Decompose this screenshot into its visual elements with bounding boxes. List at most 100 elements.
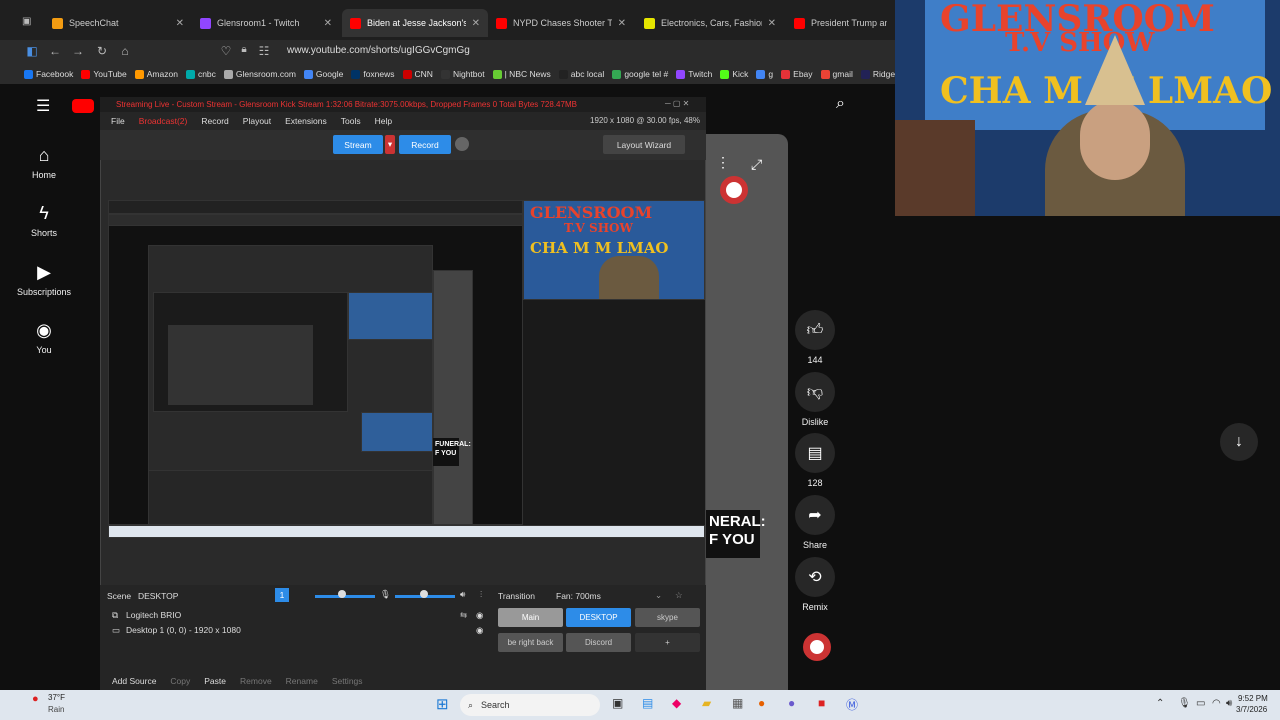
remove-button[interactable]: Remove <box>240 676 272 686</box>
bookmark-item[interactable]: Nightbot <box>440 69 485 79</box>
clock-time[interactable]: 9:52 PM <box>1238 694 1268 703</box>
settings-button[interactable]: Settings <box>332 676 363 686</box>
close-icon[interactable]: ✕ <box>324 18 332 29</box>
yt-nav-shorts[interactable]: ϟ Shorts <box>14 203 74 238</box>
folder-icon[interactable]: ▰ <box>702 696 711 710</box>
mic-icon[interactable]: 🎙︎ <box>380 589 391 600</box>
scene-number-badge[interactable]: 1 <box>275 588 289 602</box>
channel-avatar[interactable] <box>803 633 831 661</box>
bookmark-item[interactable]: CNN <box>402 69 433 79</box>
stream-dropdown[interactable]: ▾ <box>385 135 395 154</box>
weather-icon[interactable]: ● <box>32 693 39 705</box>
dislike-button[interactable]: 👎︎ Dislike <box>795 372 835 427</box>
tab-trump[interactable]: President Trump and The <box>786 9 895 37</box>
slider-handle[interactable] <box>338 590 346 598</box>
tab-biden[interactable]: Biden at Jesse Jackson's funeral✕ <box>342 9 488 37</box>
youtube-logo-icon[interactable] <box>72 99 94 113</box>
scene-button-main[interactable]: Main <box>498 608 563 627</box>
more-options-icon[interactable]: ⋮ <box>716 154 730 171</box>
tune-icon[interactable]: ☷ <box>256 44 272 58</box>
remix-button[interactable]: ⟲ Remix <box>795 557 835 612</box>
close-icon[interactable]: ✕ <box>768 18 776 29</box>
mixer-icon[interactable]: ⫶ <box>480 589 482 600</box>
close-icon[interactable]: ✕ <box>618 18 626 29</box>
bookmark-item[interactable]: cnbc <box>185 69 216 79</box>
shield-icon[interactable]: ♡ <box>218 44 234 58</box>
share-button[interactable]: ➦ Share <box>795 495 835 550</box>
back-icon[interactable]: ← <box>47 44 63 58</box>
record-button[interactable]: Record <box>399 135 451 154</box>
tab-twitch[interactable]: Glensroom1 - Twitch ✕ <box>192 9 340 37</box>
menu-icon[interactable]: ☰ <box>36 96 50 116</box>
app-icon-6[interactable]: Ⓜ <box>846 696 858 713</box>
lock-icon[interactable]: ⇆ <box>460 610 467 621</box>
expand-icon[interactable]: ⤢ <box>751 156 762 173</box>
tab-actions-icon[interactable]: ▣ <box>22 16 31 27</box>
windows-start-icon[interactable]: ⊞ <box>436 695 449 713</box>
firefox-icon[interactable]: ● <box>758 696 765 710</box>
tab-ebay[interactable]: Electronics, Cars, Fashion, Collec✕ <box>636 9 784 37</box>
stream-button[interactable]: Stream <box>333 135 383 154</box>
eye-icon[interactable]: ◉ <box>476 625 483 636</box>
rename-button[interactable]: Rename <box>286 676 318 686</box>
bookmark-item[interactable]: YouTube <box>81 69 127 79</box>
obs-menu-item[interactable]: Record <box>201 116 228 130</box>
tab-nypd[interactable]: NYPD Chases Shooter Through✕ <box>488 9 634 37</box>
close-icon[interactable]: ✕ <box>176 18 184 29</box>
network-icon[interactable]: ▭ <box>1196 698 1205 709</box>
wifi-icon[interactable]: ◠ <box>1212 698 1221 709</box>
mic-icon[interactable]: 🎙︎ <box>1178 698 1191 709</box>
app-icon-4[interactable]: ● <box>788 696 795 710</box>
bookmark-item[interactable]: Kick <box>720 69 748 79</box>
bookmark-item[interactable]: abc local <box>558 69 604 79</box>
yt-nav-you[interactable]: ◉ You <box>14 320 74 355</box>
scene-button-skype[interactable]: skype <box>635 608 700 627</box>
window-controls[interactable]: ─ ▢ ✕ <box>665 99 689 108</box>
bookmark-item[interactable]: Amazon <box>134 69 178 79</box>
star-icon[interactable]: ☆ <box>675 590 683 601</box>
scene-button-desktop[interactable]: DESKTOP <box>566 608 631 627</box>
close-icon[interactable]: ✕ <box>472 18 480 29</box>
task-view-icon[interactable]: ▣ <box>612 696 623 710</box>
bookmark-item[interactable]: Ridgewood <box>860 69 895 79</box>
bookmark-item[interactable]: Facebook <box>24 69 73 79</box>
app-icon-2[interactable]: ◆ <box>672 696 681 710</box>
obs-preview[interactable]: FUNERAL: F YOU GLENSROOM T.V SHOW CHA M … <box>108 200 705 538</box>
comment-button[interactable]: ▤ 128 <box>795 433 835 488</box>
source-desktop[interactable]: Desktop 1 (0, 0) - 1920 x 1080 <box>126 625 241 635</box>
app-icon-3[interactable]: ▦ <box>732 696 743 710</box>
taskbar-search[interactable]: ⌕ Search <box>460 694 600 716</box>
add-source-button[interactable]: Add Source <box>112 676 156 686</box>
scene-select[interactable]: DESKTOP <box>138 591 178 601</box>
bookmark-item[interactable]: gmail <box>820 69 853 79</box>
bookmark-item[interactable]: google tel # <box>612 69 668 79</box>
bookmark-item[interactable]: Ebay <box>781 69 813 79</box>
bookmark-item[interactable]: g <box>756 69 773 79</box>
scene-button-discord[interactable]: Discord <box>566 633 631 652</box>
sidebar-icon[interactable]: ◧ <box>24 44 40 58</box>
yt-nav-home[interactable]: ⌂ Home <box>14 145 74 180</box>
search-icon[interactable]: ⌕ <box>836 95 845 113</box>
camera-button[interactable] <box>455 137 469 151</box>
bookmark-item[interactable]: foxnews <box>351 69 395 79</box>
paste-button[interactable]: Paste <box>204 676 226 686</box>
volume-icon[interactable]: 🔊︎ <box>1226 698 1232 709</box>
app-icon-5[interactable]: ■ <box>818 696 825 710</box>
speaker-icon[interactable]: 🔊︎ <box>460 589 465 600</box>
tray-chevron-icon[interactable]: ⌃ <box>1156 698 1164 709</box>
obs-menu-item[interactable]: File <box>111 116 125 130</box>
home-icon[interactable]: ⌂ <box>117 44 133 58</box>
slider-handle[interactable] <box>420 590 428 598</box>
bookmark-item[interactable]: Google <box>303 69 343 79</box>
url-field[interactable]: www.youtube.com/shorts/ugIGGvCgmGg <box>287 45 470 56</box>
short-video[interactable] <box>706 134 788 690</box>
obs-menu-item[interactable]: Extensions <box>285 116 327 130</box>
chevron-down-icon[interactable]: ⌄ <box>655 590 662 601</box>
scene-button-brb[interactable]: be right back <box>498 633 563 652</box>
bookmark-item[interactable]: Twitch <box>676 69 712 79</box>
like-button[interactable]: 👍︎ 144 <box>795 310 835 365</box>
eye-icon[interactable]: ◉ <box>476 610 483 621</box>
obs-menu-item[interactable]: Tools <box>341 116 361 130</box>
obs-menu-item[interactable]: Broadcast(2) <box>139 116 188 130</box>
next-video-button[interactable]: ↓ <box>1220 423 1258 461</box>
